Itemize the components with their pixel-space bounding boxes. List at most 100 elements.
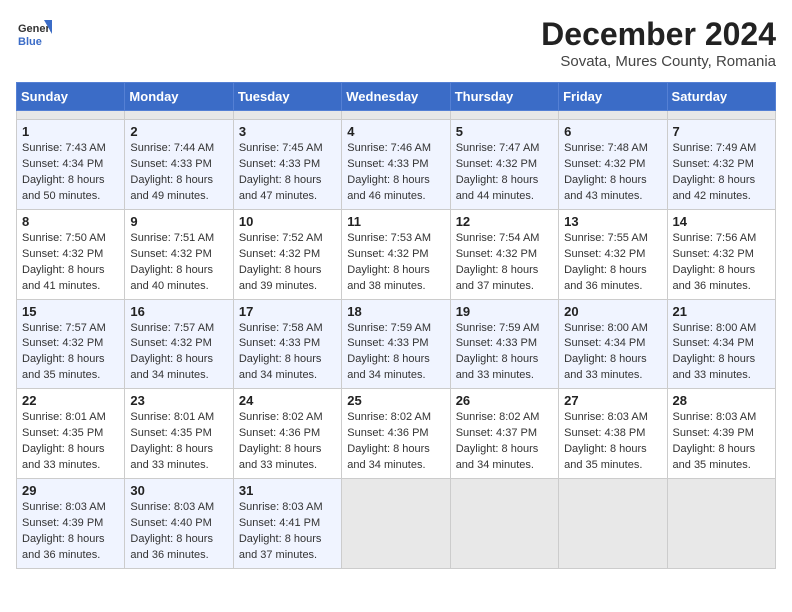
cell-info: Sunrise: 7:49 AM Sunset: 4:32 PM Dayligh… [673,142,757,202]
calendar-cell: 5 Sunrise: 7:47 AM Sunset: 4:32 PM Daylig… [450,120,558,210]
calendar-cell: 16 Sunrise: 7:57 AM Sunset: 4:32 PM Dayli… [125,299,233,389]
calendar-cell [667,111,775,120]
cell-info: Sunrise: 8:00 AM Sunset: 4:34 PM Dayligh… [673,322,757,382]
calendar-cell: 28 Sunrise: 8:03 AM Sunset: 4:39 PM Dayli… [667,389,775,479]
cell-info: Sunrise: 8:03 AM Sunset: 4:39 PM Dayligh… [22,501,106,561]
day-number: 29 [22,483,119,498]
calendar-cell: 21Sunrise: 8:00 AM Sunset: 4:34 PM Dayli… [667,299,775,389]
cell-info: Sunrise: 7:59 AM Sunset: 4:33 PM Dayligh… [347,322,431,382]
cell-info: Sunrise: 8:03 AM Sunset: 4:38 PM Dayligh… [564,411,648,471]
cell-info: Sunrise: 8:02 AM Sunset: 4:36 PM Dayligh… [239,411,323,471]
cell-info: Sunrise: 7:57 AM Sunset: 4:32 PM Dayligh… [22,322,106,382]
cell-info: Sunrise: 8:00 AM Sunset: 4:34 PM Dayligh… [564,322,648,382]
cell-info: Sunrise: 8:01 AM Sunset: 4:35 PM Dayligh… [22,411,106,471]
col-header-sunday: Sunday [17,83,125,111]
day-number: 28 [673,393,770,408]
calendar-cell: 27Sunrise: 8:03 AM Sunset: 4:38 PM Dayli… [559,389,667,479]
day-number: 5 [456,124,553,139]
calendar-cell: 3Sunrise: 7:45 AM Sunset: 4:33 PM Daylig… [233,120,341,210]
calendar-cell [342,111,450,120]
calendar-cell: 10 Sunrise: 7:52 AM Sunset: 4:32 PM Dayli… [233,209,341,299]
calendar-cell: 30 Sunrise: 8:03 AM Sunset: 4:40 PM Dayli… [125,479,233,569]
calendar-cell: 25 Sunrise: 8:02 AM Sunset: 4:36 PM Dayli… [342,389,450,479]
calendar-cell: 7 Sunrise: 7:49 AM Sunset: 4:32 PM Daylig… [667,120,775,210]
calendar-cell [125,111,233,120]
calendar-cell: 11 Sunrise: 7:53 AM Sunset: 4:32 PM Dayli… [342,209,450,299]
title-block: December 2024 Sovata, Mures County, Roma… [541,16,776,70]
calendar-cell: 15 Sunrise: 7:57 AM Sunset: 4:32 PM Dayli… [17,299,125,389]
col-header-wednesday: Wednesday [342,83,450,111]
cell-info: Sunrise: 7:47 AM Sunset: 4:32 PM Dayligh… [456,142,540,202]
day-number: 4 [347,124,444,139]
calendar-cell: 14 Sunrise: 7:56 AM Sunset: 4:32 PM Dayli… [667,209,775,299]
cell-info: Sunrise: 7:50 AM Sunset: 4:32 PM Dayligh… [22,232,106,292]
cell-info: Sunrise: 7:44 AM Sunset: 4:33 PM Dayligh… [130,142,214,202]
cell-info: Sunrise: 8:03 AM Sunset: 4:41 PM Dayligh… [239,501,323,561]
calendar-cell: 12Sunrise: 7:54 AM Sunset: 4:32 PM Dayli… [450,209,558,299]
cell-info: Sunrise: 7:53 AM Sunset: 4:32 PM Dayligh… [347,232,431,292]
calendar-table: SundayMondayTuesdayWednesdayThursdayFrid… [16,82,776,569]
calendar-cell [559,111,667,120]
day-number: 26 [456,393,553,408]
calendar-cell: 31 Sunrise: 8:03 AM Sunset: 4:41 PM Dayli… [233,479,341,569]
day-number: 25 [347,393,444,408]
calendar-cell: 22 Sunrise: 8:01 AM Sunset: 4:35 PM Dayli… [17,389,125,479]
day-number: 22 [22,393,119,408]
cell-info: Sunrise: 8:03 AM Sunset: 4:40 PM Dayligh… [130,501,214,561]
col-header-tuesday: Tuesday [233,83,341,111]
calendar-cell [667,479,775,569]
week-row: 15 Sunrise: 7:57 AM Sunset: 4:32 PM Dayli… [17,299,776,389]
col-header-saturday: Saturday [667,83,775,111]
calendar-cell: 18 Sunrise: 7:59 AM Sunset: 4:33 PM Dayli… [342,299,450,389]
calendar-cell: 1 Sunrise: 7:43 AM Sunset: 4:34 PM Daylig… [17,120,125,210]
day-number: 11 [347,214,444,229]
cell-info: Sunrise: 7:57 AM Sunset: 4:32 PM Dayligh… [130,322,214,382]
day-number: 31 [239,483,336,498]
calendar-cell: 9Sunrise: 7:51 AM Sunset: 4:32 PM Daylig… [125,209,233,299]
calendar-cell [342,479,450,569]
calendar-cell: 13 Sunrise: 7:55 AM Sunset: 4:32 PM Dayli… [559,209,667,299]
cell-info: Sunrise: 7:55 AM Sunset: 4:32 PM Dayligh… [564,232,648,292]
main-title: December 2024 [541,16,776,53]
calendar-cell [233,111,341,120]
cell-info: Sunrise: 7:56 AM Sunset: 4:32 PM Dayligh… [673,232,757,292]
cell-info: Sunrise: 7:59 AM Sunset: 4:33 PM Dayligh… [456,322,540,382]
logo-icon: General Blue [16,16,52,52]
cell-info: Sunrise: 7:48 AM Sunset: 4:32 PM Dayligh… [564,142,648,202]
day-number: 10 [239,214,336,229]
col-header-friday: Friday [559,83,667,111]
week-row: 8 Sunrise: 7:50 AM Sunset: 4:32 PM Daylig… [17,209,776,299]
cell-info: Sunrise: 8:03 AM Sunset: 4:39 PM Dayligh… [673,411,757,471]
cell-info: Sunrise: 7:54 AM Sunset: 4:32 PM Dayligh… [456,232,540,292]
calendar-cell: 29 Sunrise: 8:03 AM Sunset: 4:39 PM Dayli… [17,479,125,569]
day-number: 16 [130,304,227,319]
calendar-cell [17,111,125,120]
day-number: 30 [130,483,227,498]
week-row [17,111,776,120]
day-number: 14 [673,214,770,229]
cell-info: Sunrise: 8:02 AM Sunset: 4:37 PM Dayligh… [456,411,540,471]
day-number: 19 [456,304,553,319]
day-number: 13 [564,214,661,229]
day-number: 1 [22,124,119,139]
day-number: 15 [22,304,119,319]
cell-info: Sunrise: 7:58 AM Sunset: 4:33 PM Dayligh… [239,322,323,382]
col-header-monday: Monday [125,83,233,111]
calendar-cell: 2Sunrise: 7:44 AM Sunset: 4:33 PM Daylig… [125,120,233,210]
week-row: 29 Sunrise: 8:03 AM Sunset: 4:39 PM Dayli… [17,479,776,569]
cell-info: Sunrise: 8:01 AM Sunset: 4:35 PM Dayligh… [130,411,214,471]
day-number: 17 [239,304,336,319]
day-number: 7 [673,124,770,139]
day-number: 8 [22,214,119,229]
header-row: SundayMondayTuesdayWednesdayThursdayFrid… [17,83,776,111]
calendar-cell: 23Sunrise: 8:01 AM Sunset: 4:35 PM Dayli… [125,389,233,479]
cell-info: Sunrise: 7:52 AM Sunset: 4:32 PM Dayligh… [239,232,323,292]
svg-text:Blue: Blue [18,36,42,48]
cell-info: Sunrise: 7:43 AM Sunset: 4:34 PM Dayligh… [22,142,106,202]
day-number: 18 [347,304,444,319]
logo: General Blue [16,16,52,52]
day-number: 3 [239,124,336,139]
cell-info: Sunrise: 8:02 AM Sunset: 4:36 PM Dayligh… [347,411,431,471]
week-row: 1 Sunrise: 7:43 AM Sunset: 4:34 PM Daylig… [17,120,776,210]
day-number: 24 [239,393,336,408]
